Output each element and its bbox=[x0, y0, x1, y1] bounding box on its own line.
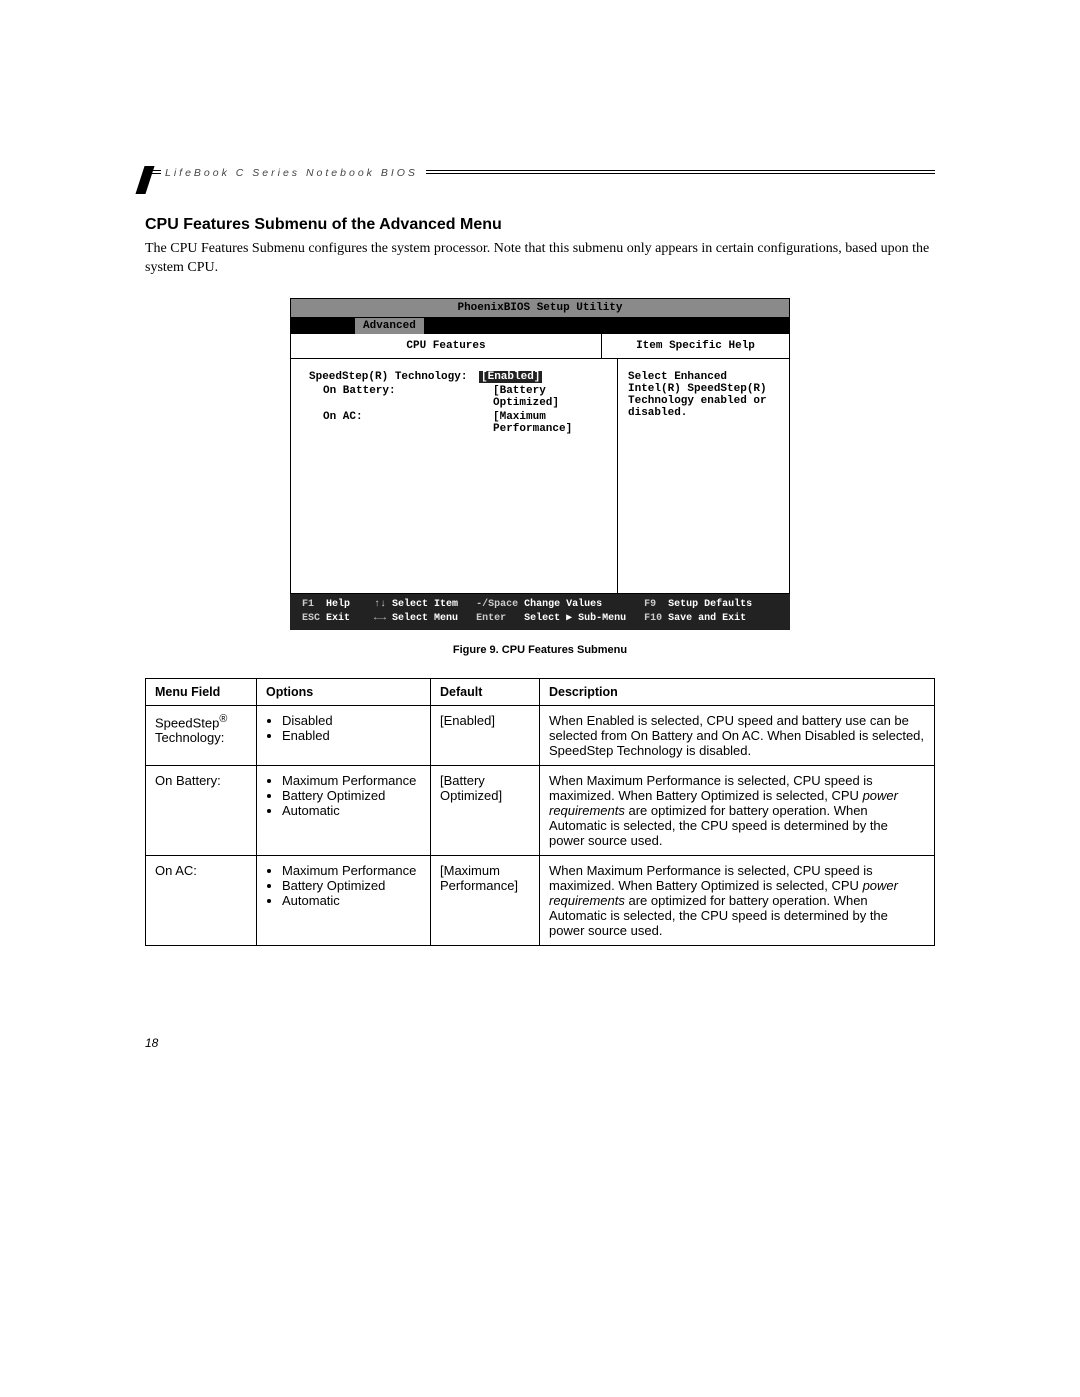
cell-default: [Enabled] bbox=[431, 705, 540, 765]
option-item: Disabled bbox=[282, 713, 421, 728]
bios-tabbar: Advanced bbox=[290, 318, 790, 334]
key-esc: ESC bbox=[296, 612, 326, 626]
cell-description: When Maximum Performance is selected, CP… bbox=[540, 765, 935, 855]
key-f9: F9 bbox=[602, 598, 668, 612]
bios-right-header: Item Specific Help bbox=[602, 334, 789, 358]
th-options: Options bbox=[257, 678, 431, 705]
th-description: Description bbox=[540, 678, 935, 705]
cell-options: Maximum PerformanceBattery OptimizedAuto… bbox=[257, 765, 431, 855]
cell-menu-field: On AC: bbox=[146, 855, 257, 945]
bios-value: [Enabled] bbox=[479, 371, 609, 383]
cell-description: When Enabled is selected, CPU speed and … bbox=[540, 705, 935, 765]
bios-row-onac[interactable]: On AC: [Maximum Performance] bbox=[299, 411, 609, 435]
key-space: -/Space bbox=[458, 598, 524, 612]
page-number: 18 bbox=[145, 1036, 935, 1050]
bios-label: On Battery: bbox=[299, 385, 493, 409]
description-table: Menu Field Options Default Description S… bbox=[145, 678, 935, 946]
header-marker-icon bbox=[135, 166, 154, 194]
table-row: On AC:Maximum PerformanceBattery Optimiz… bbox=[146, 855, 935, 945]
section-heading: CPU Features Submenu of the Advanced Men… bbox=[145, 216, 935, 234]
bios-label: SpeedStep(R) Technology: bbox=[299, 371, 479, 383]
key-f1: F1 bbox=[296, 598, 326, 612]
cell-options: Maximum PerformanceBattery OptimizedAuto… bbox=[257, 855, 431, 945]
bios-figure: PhoenixBIOS Setup Utility Advanced CPU F… bbox=[290, 298, 790, 630]
running-header: LifeBook C Series Notebook BIOS bbox=[161, 167, 426, 179]
cell-description: When Maximum Performance is selected, CP… bbox=[540, 855, 935, 945]
cell-menu-field: On Battery: bbox=[146, 765, 257, 855]
option-item: Battery Optimized bbox=[282, 788, 421, 803]
th-default: Default bbox=[431, 678, 540, 705]
bios-row-speedstep[interactable]: SpeedStep(R) Technology: [Enabled] bbox=[299, 371, 609, 383]
page-header-rule: LifeBook C Series Notebook BIOS bbox=[145, 170, 935, 188]
hint-select-item: Select Item bbox=[392, 598, 458, 612]
bios-left-header: CPU Features bbox=[291, 334, 602, 358]
key-enter: Enter bbox=[458, 612, 524, 626]
cell-menu-field: SpeedStep® Technology: bbox=[146, 705, 257, 765]
option-item: Enabled bbox=[282, 728, 421, 743]
bios-value: [Battery Optimized] bbox=[493, 385, 609, 409]
option-item: Battery Optimized bbox=[282, 878, 421, 893]
cell-default: [Maximum Performance] bbox=[431, 855, 540, 945]
bios-label: On AC: bbox=[299, 411, 493, 435]
option-item: Automatic bbox=[282, 893, 421, 908]
hint-submenu: Select ▶ Sub-Menu bbox=[524, 612, 626, 626]
hint-exit: Exit bbox=[326, 612, 350, 626]
bios-selected-value: [Enabled] bbox=[479, 371, 542, 383]
bios-titlebar: PhoenixBIOS Setup Utility bbox=[290, 298, 790, 318]
bios-value: [Maximum Performance] bbox=[493, 411, 609, 435]
cell-default: [Battery Optimized] bbox=[431, 765, 540, 855]
option-item: Maximum Performance bbox=[282, 863, 421, 878]
bios-content: SpeedStep(R) Technology: [Enabled] On Ba… bbox=[290, 359, 790, 594]
hint-select-menu: Select Menu bbox=[392, 612, 458, 626]
th-menu-field: Menu Field bbox=[146, 678, 257, 705]
bios-settings-panel: SpeedStep(R) Technology: [Enabled] On Ba… bbox=[291, 359, 618, 593]
key-leftright: ←→ bbox=[350, 612, 392, 626]
table-row: SpeedStep® Technology:DisabledEnabled[En… bbox=[146, 705, 935, 765]
bios-tab-advanced[interactable]: Advanced bbox=[355, 318, 424, 334]
bios-row-onbattery[interactable]: On Battery: [Battery Optimized] bbox=[299, 385, 609, 409]
document-page: LifeBook C Series Notebook BIOS CPU Feat… bbox=[0, 0, 1080, 1110]
table-row: On Battery:Maximum PerformanceBattery Op… bbox=[146, 765, 935, 855]
bios-help-panel: Select Enhanced Intel(R) SpeedStep(R) Te… bbox=[618, 359, 789, 593]
section-body: The CPU Features Submenu configures the … bbox=[145, 240, 935, 278]
key-f10: F10 bbox=[626, 612, 668, 626]
option-item: Automatic bbox=[282, 803, 421, 818]
hint-save-exit: Save and Exit bbox=[668, 612, 746, 626]
cell-options: DisabledEnabled bbox=[257, 705, 431, 765]
figure-caption: Figure 9. CPU Features Submenu bbox=[145, 644, 935, 656]
bios-column-headers: CPU Features Item Specific Help bbox=[290, 334, 790, 359]
table-header-row: Menu Field Options Default Description bbox=[146, 678, 935, 705]
hint-change-values: Change Values bbox=[524, 598, 602, 612]
hint-help: Help bbox=[326, 598, 350, 612]
bios-footer: F1 Help ↑↓ Select Item -/Space Change Va… bbox=[290, 594, 790, 630]
key-updown: ↑↓ bbox=[350, 598, 392, 612]
option-item: Maximum Performance bbox=[282, 773, 421, 788]
hint-setup-defaults: Setup Defaults bbox=[668, 598, 752, 612]
